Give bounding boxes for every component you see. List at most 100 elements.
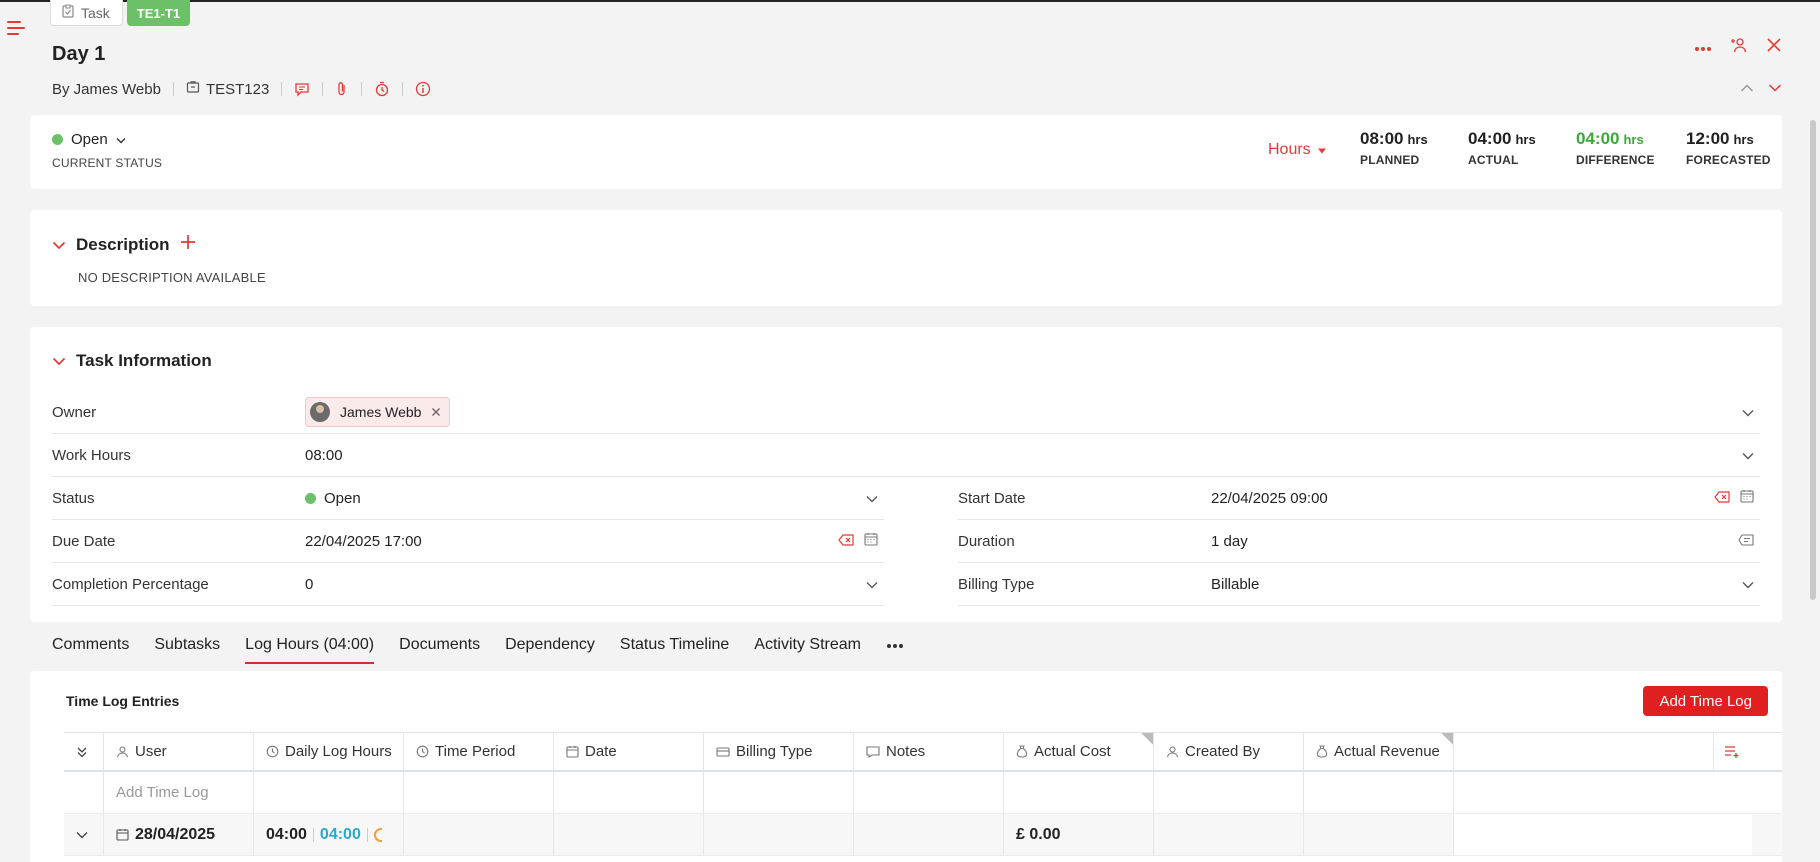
collapse-group-icon[interactable]	[64, 814, 104, 855]
task-icon	[61, 4, 75, 21]
task-id-badge[interactable]: TE1-T1	[126, 0, 191, 26]
work-hours-dropdown[interactable]	[1742, 447, 1754, 464]
column-info-icon[interactable]	[1441, 733, 1453, 745]
start-date-value[interactable]: 22/04/2025 09:00	[1211, 490, 1328, 507]
chevron-down-icon[interactable]	[52, 351, 66, 371]
remove-owner-icon[interactable]	[431, 404, 441, 420]
project-link[interactable]: TEST123	[186, 80, 269, 98]
owner-chip[interactable]: James Webb	[305, 397, 451, 427]
attachment-icon[interactable]	[335, 81, 349, 97]
table-cell[interactable]	[854, 772, 1004, 813]
header-actions	[1694, 36, 1782, 58]
duration-tag-icon[interactable]	[1738, 533, 1754, 550]
column-billing-type[interactable]: Billing Type	[704, 733, 854, 770]
table-cell[interactable]	[254, 772, 404, 813]
table-cell[interactable]	[704, 772, 854, 813]
calendar-icon[interactable]	[864, 532, 878, 550]
work-hours-value[interactable]: 08:00	[305, 447, 343, 464]
task-information-title: Task Information	[76, 351, 212, 370]
time-log-section: Time Log Entries Add Time Log User Daily…	[30, 671, 1782, 862]
table-cell[interactable]	[1304, 772, 1454, 813]
divider	[322, 82, 324, 96]
metric-value: 12:00 hrs	[1686, 129, 1754, 148]
tab-status-timeline[interactable]: Status Timeline	[620, 636, 729, 664]
tab-comments[interactable]: Comments	[52, 636, 129, 664]
chevron-down-icon	[116, 131, 126, 148]
column-created-by[interactable]: Created By	[1154, 733, 1304, 770]
duration-field: Duration 1 day	[958, 520, 1760, 563]
status-dropdown[interactable]	[866, 490, 878, 507]
table-row: 28/04/2025 04:00 04:00 £ 0.00	[64, 814, 1782, 856]
menu-icon[interactable]	[7, 20, 25, 36]
table-cell[interactable]	[1004, 772, 1154, 813]
column-daily-log-hours[interactable]: Daily Log Hours	[254, 733, 404, 770]
column-label: Actual Cost	[1034, 743, 1111, 760]
status-value[interactable]: Open	[305, 490, 361, 507]
page-scrollbar[interactable]	[1810, 120, 1816, 600]
completion-value[interactable]: 0	[305, 576, 313, 593]
due-date-value[interactable]: 22/04/2025 17:00	[305, 533, 422, 550]
current-status-dropdown[interactable]: Open	[52, 131, 162, 148]
chevron-down-icon[interactable]	[52, 235, 66, 255]
tab-dependency[interactable]: Dependency	[505, 636, 595, 664]
tab-activity-stream[interactable]: Activity Stream	[754, 636, 861, 664]
add-time-log-button[interactable]: Add Time Log	[1643, 686, 1768, 716]
table-cell	[1154, 814, 1304, 855]
page-title[interactable]: Day 1	[52, 43, 105, 66]
billing-type-dropdown[interactable]	[1742, 576, 1754, 593]
comment-icon[interactable]	[294, 81, 310, 97]
divider	[361, 82, 363, 96]
column-user[interactable]: User	[104, 733, 254, 770]
column-date[interactable]: Date	[554, 733, 704, 770]
divider	[402, 82, 404, 96]
column-label: Created By	[1185, 743, 1261, 760]
expand-all-icon[interactable]	[64, 733, 104, 770]
table-cell[interactable]	[404, 772, 554, 813]
table-cell	[704, 814, 854, 855]
column-label: User	[135, 743, 167, 760]
table-cell[interactable]	[1154, 772, 1304, 813]
status-dot-icon	[305, 492, 316, 504]
column-info-icon[interactable]	[1141, 733, 1153, 745]
due-date-field: Due Date 22/04/2025 17:00	[52, 520, 884, 563]
calendar-icon[interactable]	[1740, 489, 1754, 507]
user-lookup-icon	[1166, 745, 1179, 758]
unit-select[interactable]: Hours	[1268, 141, 1327, 159]
table-header: User Daily Log Hours Time Period Date Bi…	[64, 733, 1782, 772]
table-cell[interactable]	[554, 772, 704, 813]
billing-icon	[716, 746, 730, 758]
column-settings-icon[interactable]	[1713, 733, 1740, 770]
follow-user-icon[interactable]	[1730, 36, 1748, 58]
more-tabs-icon[interactable]	[886, 636, 904, 664]
billing-type-value[interactable]: Billable	[1211, 576, 1259, 593]
clear-icon[interactable]	[838, 533, 854, 550]
timer-icon[interactable]	[374, 81, 390, 97]
more-options-icon[interactable]	[1694, 39, 1712, 56]
table-cell	[554, 814, 704, 855]
owner-dropdown[interactable]	[1742, 404, 1754, 421]
tab-subtasks[interactable]: Subtasks	[154, 636, 220, 664]
group-date-text: 28/04/2025	[135, 825, 216, 843]
breadcrumb-task[interactable]: Task	[50, 0, 123, 26]
description-header[interactable]: Description	[52, 234, 196, 255]
metric-value: 08:00 hrs	[1360, 129, 1428, 148]
table-cell	[1454, 772, 1752, 813]
tab-documents[interactable]: Documents	[399, 636, 480, 664]
chevron-down-icon[interactable]	[1768, 80, 1782, 97]
task-information-header[interactable]: Task Information	[52, 351, 212, 371]
completion-dropdown[interactable]	[866, 576, 878, 593]
duration-value[interactable]: 1 day	[1211, 533, 1248, 550]
clear-icon[interactable]	[1714, 490, 1730, 507]
info-icon[interactable]	[415, 81, 431, 97]
chevron-up-icon[interactable]	[1740, 80, 1754, 97]
add-description-icon[interactable]	[180, 234, 196, 255]
add-time-log-placeholder[interactable]: Add Time Log	[104, 772, 254, 813]
column-notes[interactable]: Notes	[854, 733, 1004, 770]
due-date-controls	[838, 532, 878, 550]
tab-log-hours[interactable]: Log Hours (04:00)	[245, 636, 375, 664]
column-time-period[interactable]: Time Period	[404, 733, 554, 770]
column-actual-cost[interactable]: Actual Cost	[1004, 733, 1154, 770]
column-actual-revenue[interactable]: Actual Revenue	[1304, 733, 1454, 770]
breadcrumb: Task TE1-T1	[50, 0, 191, 26]
close-icon[interactable]	[1766, 37, 1782, 57]
